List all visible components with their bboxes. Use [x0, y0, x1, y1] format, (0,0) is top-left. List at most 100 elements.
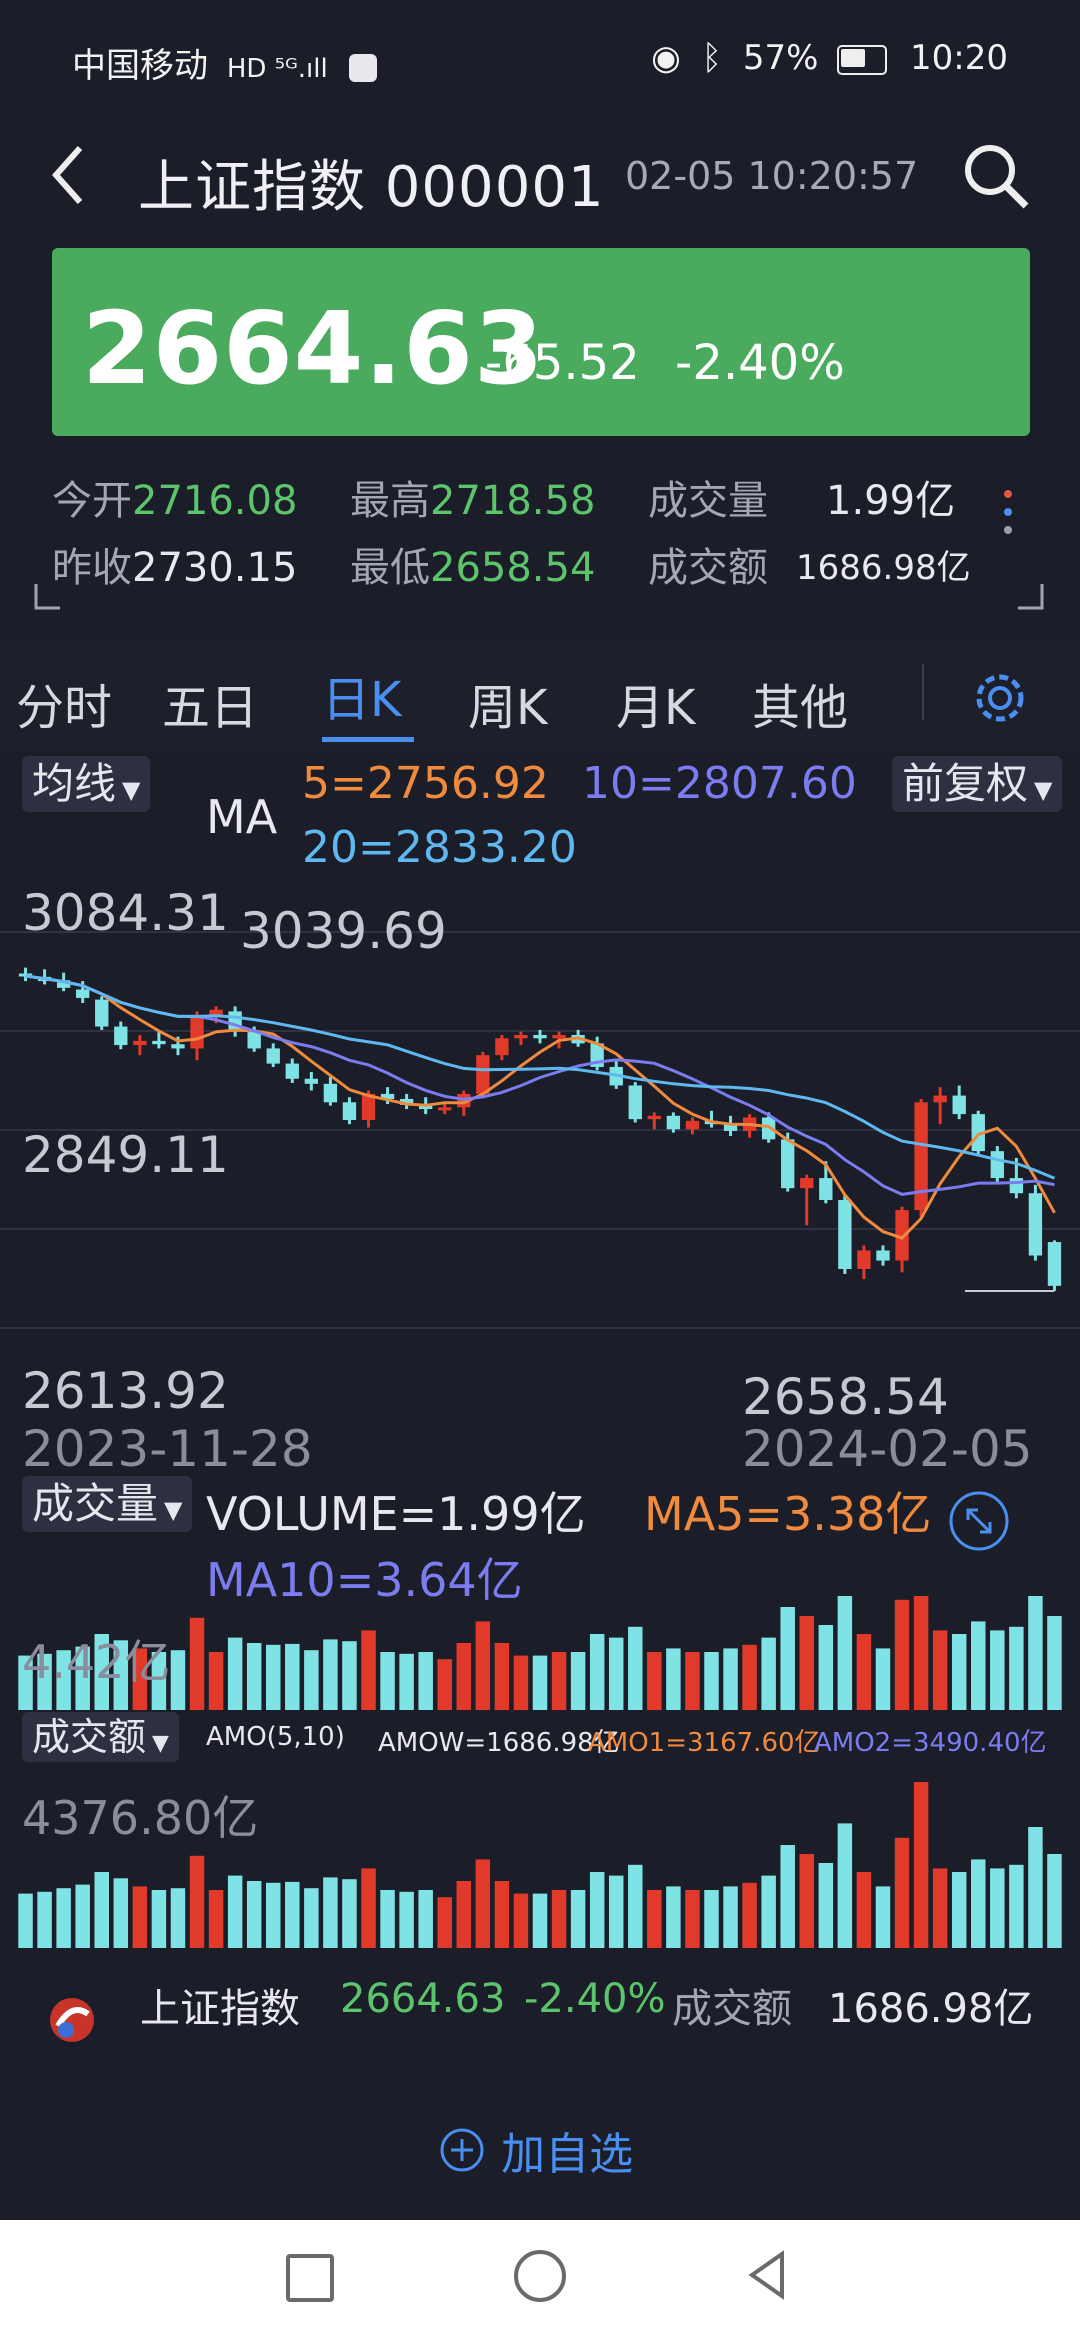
amount-bar	[589, 1872, 605, 1948]
amount-bar	[704, 1890, 719, 1948]
volume-bar	[208, 1652, 224, 1710]
tab-other[interactable]: 其他	[752, 668, 848, 738]
candle-body	[552, 1034, 566, 1039]
candle-body	[171, 1044, 185, 1049]
candle-body	[114, 1026, 128, 1046]
back-triangle-icon	[748, 2250, 784, 2300]
adjust-select[interactable]: 前复权 ▼	[892, 756, 1063, 812]
expand-corners-icon[interactable]	[34, 584, 1044, 612]
amount-bar	[380, 1890, 395, 1948]
min-price-label: 2658.54	[742, 1368, 949, 1426]
tab-daily-k[interactable]: 日K	[322, 660, 401, 730]
tab-intraday[interactable]: 分时	[16, 668, 112, 738]
indicator-select[interactable]: 均线 ▼	[22, 756, 151, 812]
volume-bar	[608, 1637, 624, 1710]
footer-price: 2664.63	[340, 1976, 506, 2022]
candle-body	[647, 1115, 661, 1120]
bluetooth-icon: ᛒ	[701, 38, 722, 78]
volume-bar	[323, 1639, 338, 1710]
add-watchlist-button[interactable]: 加自选	[438, 2118, 633, 2182]
volume-bar	[1009, 1626, 1024, 1710]
volume-bar	[837, 1596, 853, 1710]
candle-body	[666, 1115, 681, 1130]
candle-body	[228, 1011, 242, 1032]
dropdown-caret-icon: ▼	[152, 1731, 169, 1756]
amount-bar	[361, 1868, 376, 1948]
candle-body	[914, 1102, 928, 1211]
candle-body	[285, 1063, 299, 1079]
back-button[interactable]	[48, 140, 88, 210]
home-button[interactable]	[514, 2250, 566, 2302]
search-icon	[965, 145, 1029, 209]
amount-bar	[666, 1886, 681, 1948]
amount-bar	[246, 1881, 262, 1948]
volume-bar	[532, 1655, 548, 1710]
amo2-label: AMO2=3490.40亿	[814, 1728, 1047, 1758]
amount-bar	[151, 1890, 167, 1948]
tab-monthly-k[interactable]: 月K	[616, 668, 695, 738]
candle-body	[323, 1083, 338, 1103]
stat-volume-value: 1.99亿	[826, 468, 955, 526]
fullscreen-button[interactable]	[948, 1490, 1010, 1556]
amount-bar	[1047, 1854, 1062, 1948]
volume-bar	[589, 1634, 605, 1710]
amow-label: AMOW=1686.98亿	[378, 1728, 620, 1758]
candle-body	[247, 1031, 261, 1049]
volume-y-top-label: 4.42亿	[22, 1635, 171, 1689]
date-start-label: 2023-11-28	[22, 1420, 313, 1478]
amount-bar	[342, 1879, 357, 1948]
amount-bar	[437, 1897, 452, 1948]
volume-select[interactable]: 成交量 ▼	[22, 1476, 193, 1532]
carrier-label: 中国移动	[72, 46, 208, 86]
footer-name[interactable]: 上证指数	[140, 1976, 300, 2034]
amount-bar	[208, 1890, 224, 1948]
amount-bar	[418, 1890, 433, 1948]
volume-bar	[971, 1621, 986, 1710]
amo1-label: AMO1=3167.60亿	[588, 1728, 821, 1758]
volume-bar	[189, 1617, 205, 1710]
volume-bar	[1028, 1596, 1043, 1710]
candle-body	[76, 989, 90, 998]
volume-bar	[742, 1644, 757, 1710]
expand-icon	[949, 1491, 1009, 1551]
chart-settings-button[interactable]	[972, 670, 1028, 730]
recent-apps-button[interactable]	[286, 2254, 334, 2302]
battery-icon	[837, 44, 888, 75]
amount-bar	[285, 1881, 300, 1948]
amount-y-top-label: 4376.80亿	[22, 1791, 259, 1845]
gear-icon	[976, 674, 1024, 722]
more-stats-icon[interactable]	[1004, 490, 1012, 534]
volume-bar	[342, 1641, 357, 1710]
search-button[interactable]	[960, 140, 1032, 212]
candle-body	[266, 1048, 280, 1064]
candle-body	[838, 1199, 852, 1270]
stat-open: 今开2716.08	[52, 468, 297, 526]
candle-body	[1028, 1193, 1043, 1256]
volume-bar	[437, 1659, 452, 1710]
battery-level: 57%	[742, 38, 819, 78]
candle-body	[514, 1034, 528, 1039]
amount-bar	[971, 1859, 986, 1948]
tab-five-day[interactable]: 五日	[162, 668, 258, 738]
amount-select[interactable]: 成交额 ▼	[22, 1712, 179, 1762]
open-value: 2716.08	[132, 478, 298, 524]
network-badges: HD ⁵ᴳ.ıll	[226, 54, 328, 84]
volume-bar	[704, 1652, 719, 1710]
candle-body	[95, 999, 109, 1027]
amount-bar	[494, 1881, 510, 1948]
back-nav-button[interactable]	[746, 2250, 786, 2304]
amo-label: AMO(5,10)	[206, 1722, 345, 1752]
volume-bar	[227, 1637, 243, 1710]
amount-bar	[856, 1872, 872, 1948]
dropdown-caret-icon: ▼	[1034, 776, 1053, 804]
volume-bar	[265, 1644, 281, 1710]
tab-weekly-k[interactable]: 周K	[468, 668, 547, 738]
status-left: 中国移动 HD ⁵ᴳ.ıll	[72, 38, 377, 87]
amount-select-label: 成交额	[32, 1715, 147, 1759]
status-right: ◉ ᛒ 57% 10:20	[651, 38, 1008, 78]
volume-bar	[799, 1616, 815, 1710]
amount-bar	[570, 1890, 586, 1948]
amount-bar	[323, 1877, 338, 1948]
volume-bar	[513, 1655, 529, 1710]
volume-bar	[380, 1652, 395, 1710]
